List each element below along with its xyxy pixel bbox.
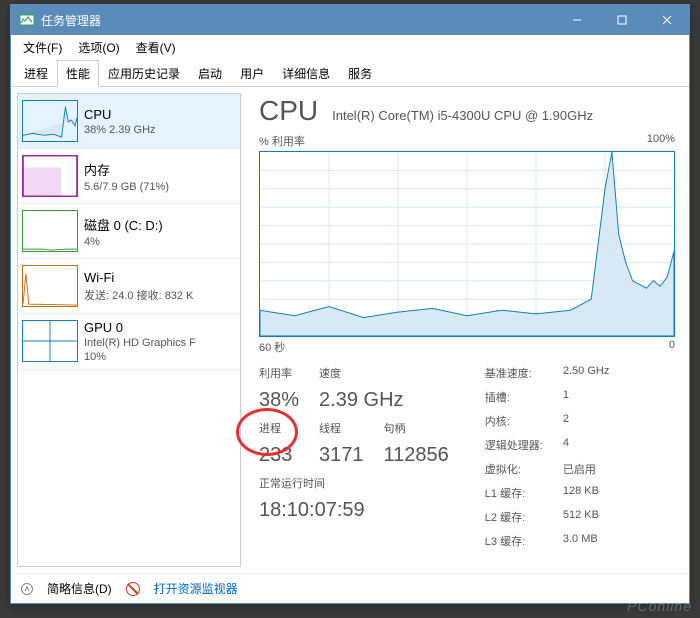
menubar: 文件(F) 选项(O) 查看(V) xyxy=(11,35,689,60)
handle-label: 句柄 xyxy=(384,420,449,436)
l3-value: 3.0 MB xyxy=(563,533,609,549)
sidebar-item-sub: 发送: 24.0 接收: 832 K xyxy=(84,287,193,303)
sidebar-item-sub: 38% 2.39 GHz xyxy=(84,124,156,136)
sidebar-item-disk[interactable]: 磁盘 0 (C: D:) 4% xyxy=(18,204,240,259)
chart-xright: 0 xyxy=(669,339,675,355)
tab-details[interactable]: 详细信息 xyxy=(273,60,339,87)
sidebar-item-label: GPU 0 xyxy=(84,320,196,335)
close-button[interactable] xyxy=(644,5,689,35)
chart-xleft: 60 秒 xyxy=(259,339,285,355)
chart-ylabel: % 利用率 xyxy=(259,133,305,149)
sidebar-item-label: CPU xyxy=(84,107,156,122)
virt-value: 已启用 xyxy=(563,461,609,477)
sidebar: CPU 38% 2.39 GHz 内存 5.6/7.9 GB (71%) xyxy=(17,93,241,567)
cores-value: 2 xyxy=(563,413,609,429)
speed-label: 速度 xyxy=(319,365,364,381)
proc-value: 233 xyxy=(259,444,299,467)
disk-thumb xyxy=(22,210,78,252)
cpu-chart[interactable] xyxy=(259,151,675,337)
sidebar-item-label: 内存 xyxy=(84,160,169,179)
sidebar-item-sub: Intel(R) HD Graphics F xyxy=(84,337,196,349)
l3-label: L3 缓存: xyxy=(485,533,543,549)
task-manager-window: 任务管理器 文件(F) 选项(O) 查看(V) 进程 性能 应用历史记录 启动 … xyxy=(10,4,690,604)
speed-value: 2.39 GHz xyxy=(319,389,449,412)
thread-label: 线程 xyxy=(319,420,364,436)
cpu-name: Intel(R) Core(TM) i5-4300U CPU @ 1.90GHz xyxy=(332,108,593,123)
menu-options[interactable]: 选项(O) xyxy=(70,35,127,60)
cpu-thumb xyxy=(22,100,78,142)
tab-processes[interactable]: 进程 xyxy=(15,60,57,87)
task-manager-icon xyxy=(19,12,35,28)
base-label: 基准速度: xyxy=(485,365,543,381)
util-value: 38% xyxy=(259,389,299,412)
base-value: 2.50 GHz xyxy=(563,365,609,381)
chart-ymax: 100% xyxy=(647,133,675,149)
l1-value: 128 KB xyxy=(563,485,609,501)
tab-app-history[interactable]: 应用历史记录 xyxy=(99,60,189,87)
sidebar-item-label: Wi-Fi xyxy=(84,270,193,285)
uptime-value: 18:10:07:59 xyxy=(259,499,449,522)
tab-users[interactable]: 用户 xyxy=(231,60,273,87)
l1-label: L1 缓存: xyxy=(485,485,543,501)
handle-value: 112856 xyxy=(384,444,449,467)
fewer-details-link[interactable]: 简略信息(D) xyxy=(47,580,112,597)
sidebar-item-label: 磁盘 0 (C: D:) xyxy=(84,215,163,234)
sidebar-item-memory[interactable]: 内存 5.6/7.9 GB (71%) xyxy=(18,149,240,204)
uptime-label: 正常运行时间 xyxy=(259,475,449,491)
proc-label: 进程 xyxy=(259,420,299,436)
page-title: CPU xyxy=(259,95,318,127)
virt-label: 虚拟化: xyxy=(485,461,543,477)
util-label: 利用率 xyxy=(259,365,299,381)
sidebar-item-gpu[interactable]: GPU 0 Intel(R) HD Graphics F 10% xyxy=(18,314,240,370)
cores-label: 内核: xyxy=(485,413,543,429)
sidebar-item-sub2: 10% xyxy=(84,351,196,363)
tabs: 进程 性能 应用历史记录 启动 用户 详细信息 服务 xyxy=(11,60,689,87)
menu-view[interactable]: 查看(V) xyxy=(128,35,184,60)
open-resmon-link[interactable]: 打开资源监视器 xyxy=(154,580,238,597)
sidebar-item-sub: 5.6/7.9 GB (71%) xyxy=(84,181,169,193)
gpu-thumb xyxy=(22,320,78,362)
footer: ˄ 简略信息(D) 打开资源监视器 xyxy=(11,573,689,603)
window-title: 任务管理器 xyxy=(41,12,554,29)
sidebar-item-wifi[interactable]: Wi-Fi 发送: 24.0 接收: 832 K xyxy=(18,259,240,314)
memory-thumb xyxy=(22,155,78,197)
titlebar[interactable]: 任务管理器 xyxy=(11,5,689,35)
sockets-label: 插槽: xyxy=(485,389,543,405)
tab-performance[interactable]: 性能 xyxy=(57,60,99,87)
minimize-button[interactable] xyxy=(554,5,599,35)
lproc-label: 逻辑处理器: xyxy=(485,437,543,453)
tab-services[interactable]: 服务 xyxy=(339,60,381,87)
sockets-value: 1 xyxy=(563,389,609,405)
resmon-icon xyxy=(126,582,140,596)
l2-value: 512 KB xyxy=(563,509,609,525)
sidebar-item-cpu[interactable]: CPU 38% 2.39 GHz xyxy=(18,94,240,149)
thread-value: 3171 xyxy=(319,444,364,467)
chevron-up-icon[interactable]: ˄ xyxy=(21,583,33,595)
main-panel: CPU Intel(R) Core(TM) i5-4300U CPU @ 1.9… xyxy=(241,87,689,573)
maximize-button[interactable] xyxy=(599,5,644,35)
lproc-value: 4 xyxy=(563,437,609,453)
menu-file[interactable]: 文件(F) xyxy=(15,35,70,60)
l2-label: L2 缓存: xyxy=(485,509,543,525)
wifi-thumb xyxy=(22,265,78,307)
sidebar-item-sub: 4% xyxy=(84,236,163,248)
tab-startup[interactable]: 启动 xyxy=(189,60,231,87)
